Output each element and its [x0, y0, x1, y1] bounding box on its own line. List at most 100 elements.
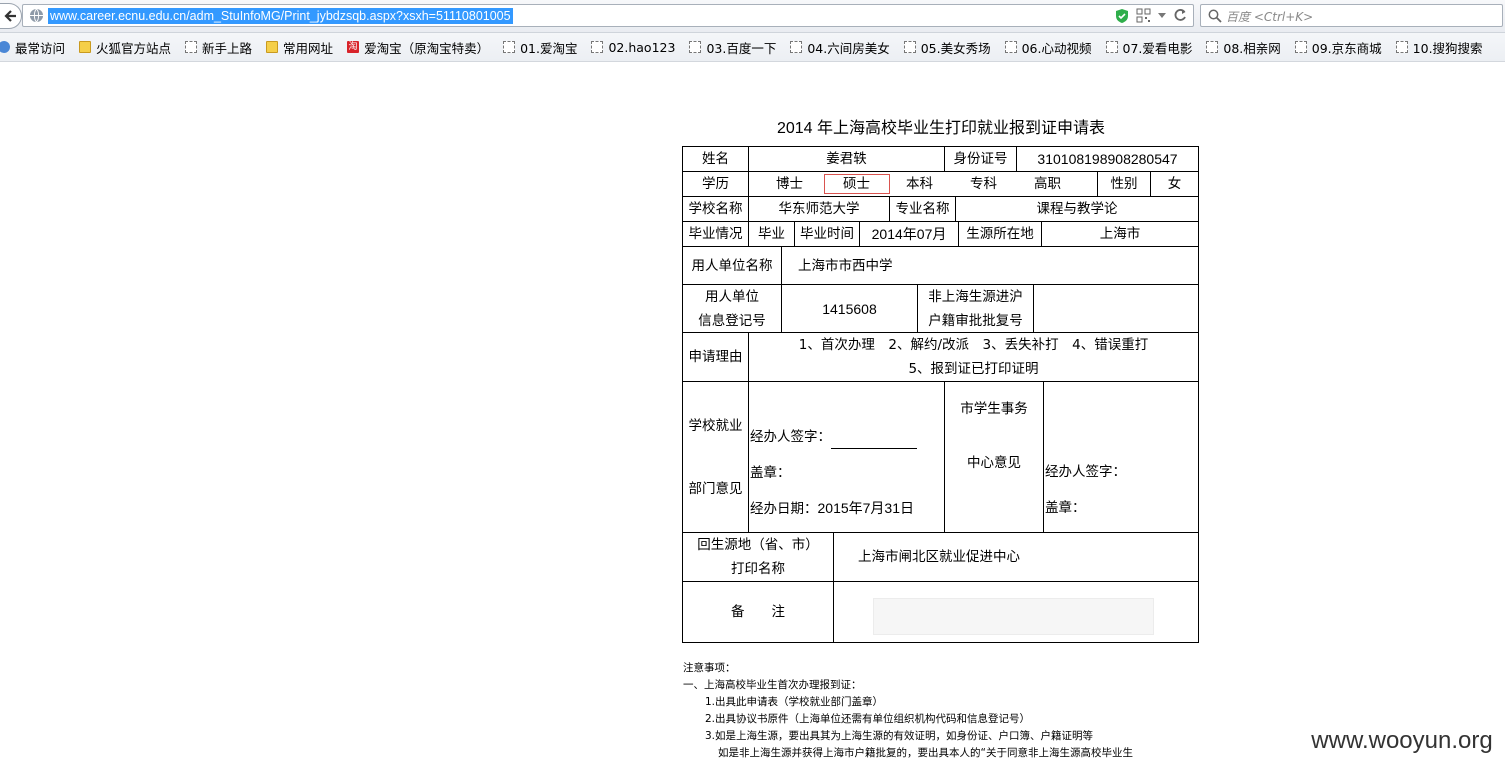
page-icon	[1004, 41, 1017, 53]
page-icon	[591, 41, 604, 53]
bookmark-label: 01.爱淘宝	[520, 40, 578, 56]
shield-icon[interactable]	[1115, 8, 1129, 24]
notes-item: 3.如是上海生源，要出具其为上海生源的有效证明，如身份证、户口簿、户籍证明等	[705, 730, 1094, 742]
name-value: 姜君轶	[748, 146, 945, 172]
taobao-icon: 淘	[347, 41, 360, 53]
search-bar[interactable]: 百度 <Ctrl+K>	[1200, 4, 1503, 27]
handle-date-label: 经办日期：	[750, 501, 818, 517]
seal-label: 盖章：	[750, 465, 791, 481]
bookmark-item[interactable]: 09.京东商城	[1294, 38, 1382, 57]
reason-options: 1、首次办理 2、解约/改派 3、丢失补打 4、错误重打 5、报到证已打印证明	[748, 332, 1199, 382]
degree-option-bachelor: 本科	[906, 176, 933, 192]
handle-date-row: 经办日期：2015年7月31日	[750, 496, 914, 521]
school-label: 学校名称	[682, 196, 749, 222]
notes-item: 如是非上海生源并获得上海市户籍批复的，要出具本人的“关于同意非上海生源高校毕业生	[718, 747, 1133, 759]
bookmark-item[interactable]: 10.搜狗搜索	[1395, 38, 1483, 57]
bookmark-item[interactable]: 07.爱看电影	[1105, 38, 1193, 57]
approval-label-line1: 非上海生源进沪	[928, 288, 1023, 305]
signature-line	[831, 435, 917, 449]
page-icon	[790, 41, 803, 53]
folder-icon	[79, 41, 92, 53]
qr-code-icon[interactable]	[1136, 8, 1151, 23]
bookmark-item[interactable]: 05.美女秀场	[903, 38, 991, 57]
reason-options-line1: 1、首次办理 2、解约/改派 3、丢失补打 4、错误重打	[798, 337, 1149, 353]
education-label: 学历	[682, 171, 749, 197]
watermark: www.wooyun.org	[1299, 718, 1505, 764]
globe-icon	[29, 8, 44, 23]
handle-date-value: 2015年7月31日	[817, 500, 915, 516]
selected-degree-highlight	[824, 174, 890, 194]
bookmark-item[interactable]: 常用网址	[266, 38, 333, 57]
employer-reg-label-line2: 信息登记号	[698, 312, 766, 329]
bookmark-label: 新手上路	[202, 40, 253, 56]
remarks-label: 备 注	[682, 581, 834, 643]
bookmark-label: 03.百度一下	[706, 40, 777, 56]
page-icon	[903, 41, 916, 53]
employer-reg-label-line1: 用人单位	[705, 288, 759, 305]
bookmark-item[interactable]: 火狐官方站点	[79, 38, 171, 57]
gender-label: 性别	[1097, 171, 1151, 197]
city-center-label-line1: 市学生事务	[960, 401, 1028, 417]
grad-time-label: 毕业时间	[794, 221, 860, 247]
search-placeholder[interactable]: 百度 <Ctrl+K>	[1226, 8, 1313, 25]
approval-label: 非上海生源进沪 户籍审批批复号	[917, 284, 1034, 333]
bookmark-item[interactable]: 新手上路	[185, 38, 252, 57]
bookmark-item[interactable]: 04.六间房美女	[790, 38, 890, 57]
bookmark-label: 常用网址	[283, 40, 334, 56]
origin-value: 上海市	[1041, 221, 1199, 247]
approval-value	[1033, 284, 1199, 333]
navigation-bar: www.career.ecnu.edu.cn/adm_StuInfoMG/Pri…	[0, 0, 1505, 33]
reason-label: 申请理由	[682, 332, 749, 382]
page-icon	[185, 41, 198, 53]
page-icon	[503, 41, 516, 53]
print-name-label: 回生源地（省、市） 打印名称	[682, 532, 834, 582]
employer-reg-value: 1415608	[781, 284, 918, 333]
notes-section-1: 一、上海高校毕业生首次办理报到证：	[683, 679, 862, 691]
bookmark-item[interactable]: 01.爱淘宝	[503, 38, 577, 57]
bookmark-label: 04.六间房美女	[807, 40, 890, 56]
approval-label-line2: 户籍审批批复号	[928, 312, 1023, 329]
grad-status-value: 毕业	[748, 221, 795, 247]
reason-options-line2: 5、报到证已打印证明	[908, 361, 1039, 377]
city-center-label-line2: 中心意见	[967, 455, 1021, 471]
major-value: 课程与教学论	[955, 196, 1199, 222]
print-name-label-line2: 打印名称	[731, 561, 785, 577]
remarks-textarea[interactable]	[873, 598, 1154, 635]
school-dept-opinion: 经办人签字： 盖章： 经办日期：2015年7月31日	[748, 381, 945, 533]
page-icon	[1105, 41, 1118, 53]
url-text[interactable]: www.career.ecnu.edu.cn/adm_StuInfoMG/Pri…	[48, 8, 513, 24]
bookmark-label: 爱淘宝（原淘宝特卖）	[364, 40, 490, 56]
city-center-label: 市学生事务 中心意见	[944, 381, 1044, 533]
grad-status-label: 毕业情况	[682, 221, 749, 247]
reload-icon[interactable]	[1173, 8, 1187, 23]
employer-label: 用人单位名称	[682, 246, 782, 285]
id-label: 身份证号	[944, 146, 1017, 172]
bookmark-item[interactable]: 03.百度一下	[689, 38, 776, 57]
degree-option-junior-college: 专科	[970, 176, 997, 192]
bookmark-label: 05.美女秀场	[920, 40, 991, 56]
bookmark-item[interactable]: 08.相亲网	[1206, 38, 1281, 57]
employer-value: 上海市市西中学	[781, 246, 1199, 285]
frequent-icon	[0, 41, 10, 53]
bookmark-label: 07.爱看电影	[1122, 40, 1193, 56]
bookmark-item[interactable]: 02.hao123	[591, 40, 675, 55]
page-icon	[689, 41, 702, 53]
school-dept-label-line1: 学校就业	[688, 417, 743, 434]
url-bar[interactable]: www.career.ecnu.edu.cn/adm_StuInfoMG/Pri…	[22, 4, 1194, 27]
back-button[interactable]	[0, 3, 22, 29]
major-label: 专业名称	[889, 196, 956, 222]
school-value: 华东师范大学	[748, 196, 890, 222]
dropdown-arrow-icon[interactable]	[1157, 12, 1167, 20]
search-icon	[1208, 9, 1222, 23]
bookmark-item[interactable]: 最常访问	[0, 38, 65, 57]
bookmark-item[interactable]: 淘爱淘宝（原淘宝特卖）	[347, 38, 489, 57]
notes-heading: 注意事项：	[683, 662, 736, 674]
form-title: 2014 年上海高校毕业生打印就业报到证申请表	[776, 120, 1106, 137]
bookmark-label: 02.hao123	[608, 39, 676, 55]
handler-sign-label: 经办人签字：	[750, 429, 831, 445]
school-dept-label: 学校就业 部门意见	[682, 381, 749, 533]
handler-sign-row: 经办人签字：	[750, 425, 917, 449]
id-value: 310108198908280547	[1016, 146, 1199, 172]
bookmark-item[interactable]: 06.心动视频	[1004, 38, 1092, 57]
folder-icon	[266, 41, 279, 53]
